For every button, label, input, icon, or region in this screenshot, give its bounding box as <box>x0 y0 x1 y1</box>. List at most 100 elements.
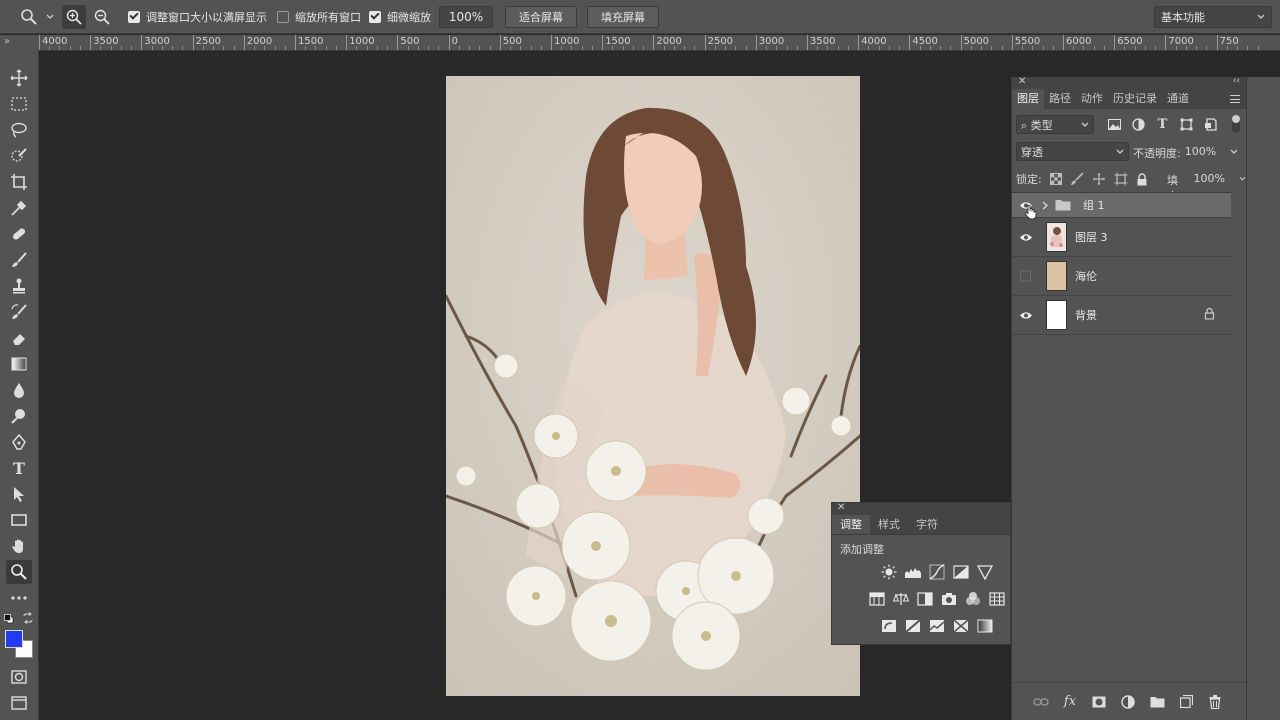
eye-icon[interactable] <box>1017 308 1035 322</box>
workspace-switcher[interactable]: 基本功能 <box>1154 6 1272 28</box>
adjustments-panel-header[interactable]: ✕ <box>832 502 1010 515</box>
healing-brush-tool[interactable] <box>6 222 32 246</box>
close-icon[interactable]: ✕ <box>1018 76 1026 87</box>
exposure-button[interactable] <box>952 563 970 581</box>
brightness-contrast-button[interactable] <box>880 563 898 581</box>
eye-icon[interactable] <box>1017 230 1035 244</box>
opacity-value[interactable]: 100% <box>1185 145 1216 161</box>
link-layers-button[interactable] <box>1033 694 1049 710</box>
filter-shape-button[interactable] <box>1178 116 1195 133</box>
lasso-tool[interactable] <box>6 118 32 142</box>
color-balance-button[interactable] <box>892 590 910 608</box>
horizontal-ruler[interactable]: 4000 3500 3000 2500 2000 1500 1000 500 0 500 1000 1… <box>39 35 1280 51</box>
layers-panel-tab[interactable]: 路径 <box>1044 89 1076 109</box>
add-layer-style-button[interactable]: fx <box>1062 694 1078 710</box>
ruler-corner[interactable]: » <box>0 35 39 51</box>
adjustments-tab[interactable]: 字符 <box>908 515 946 534</box>
scrubby-zoom-checkbox[interactable] <box>369 10 381 23</box>
black-white-button[interactable] <box>916 590 934 608</box>
new-group-button[interactable] <box>1149 694 1165 710</box>
selective-color-button[interactable] <box>952 617 970 635</box>
default-colors-button[interactable] <box>4 613 14 624</box>
quick-mask-button[interactable] <box>6 665 32 689</box>
history-brush-tool[interactable] <box>6 300 32 324</box>
brush-tool[interactable] <box>6 248 32 272</box>
gradient-tool[interactable] <box>6 352 32 376</box>
edit-toolbar-button[interactable] <box>6 586 32 610</box>
fit-screen-button[interactable]: 适合屏幕 <box>505 5 577 28</box>
layer-filter-dropdown[interactable]: ⌕ 类型 <box>1016 115 1094 134</box>
dodge-tool[interactable] <box>6 404 32 428</box>
fill-screen-button[interactable]: 填充屏幕 <box>587 5 659 28</box>
type-tool[interactable]: T <box>6 456 32 480</box>
filter-pixel-button[interactable] <box>1106 116 1123 133</box>
layer-row[interactable]: 海伦 <box>1012 257 1231 296</box>
layer-row-background[interactable]: 背景 <box>1012 296 1231 335</box>
layers-panel-header[interactable]: ✕ ‹‹ <box>1012 76 1246 89</box>
add-mask-button[interactable] <box>1091 694 1107 710</box>
lock-artboard-icon[interactable] <box>1114 172 1128 186</box>
pen-tool[interactable] <box>6 430 32 454</box>
layers-panel-tab[interactable]: 图层 <box>1012 89 1044 109</box>
swap-colors-button[interactable] <box>22 612 34 624</box>
layers-panel-tab[interactable]: 历史记录 <box>1108 89 1162 109</box>
collapse-panel-icon[interactable]: ‹‹ <box>1233 76 1240 86</box>
opacity-control[interactable]: 不透明度: 100% <box>1133 145 1238 161</box>
blur-tool[interactable] <box>6 378 32 402</box>
posterize-button[interactable] <box>904 617 922 635</box>
adjustments-tab[interactable]: 调整 <box>832 515 870 534</box>
new-adjustment-layer-button[interactable] <box>1120 694 1136 710</box>
scrubby-zoom-option[interactable]: 细微缩放 <box>369 9 431 25</box>
levels-button[interactable] <box>904 563 922 581</box>
gradient-map-button[interactable] <box>976 617 994 635</box>
color-lookup-button[interactable] <box>988 590 1006 608</box>
zoom-out-button[interactable] <box>90 5 114 29</box>
clone-stamp-tool[interactable] <box>6 274 32 298</box>
resize-windows-checkbox[interactable] <box>128 10 140 23</box>
resize-windows-option[interactable]: 调整窗口大小以满屏显示 <box>128 9 267 25</box>
screen-mode-button[interactable] <box>6 691 32 715</box>
tool-preset-picker[interactable] <box>0 0 62 34</box>
quick-selection-tool[interactable] <box>6 144 32 168</box>
lock-all-icon[interactable] <box>1136 172 1148 186</box>
lock-pixels-brush-icon[interactable] <box>1070 172 1084 186</box>
delete-layer-button[interactable] <box>1207 694 1223 710</box>
new-layer-button[interactable] <box>1178 694 1194 710</box>
filter-adjustment-button[interactable] <box>1130 116 1147 133</box>
filter-type-button[interactable]: T <box>1154 116 1171 133</box>
lock-transparent-icon[interactable] <box>1049 173 1062 185</box>
vibrance-button[interactable] <box>976 563 994 581</box>
zoom-all-option[interactable]: 缩放所有窗口 <box>277 9 361 25</box>
crop-tool[interactable] <box>6 170 32 194</box>
document-canvas[interactable] <box>446 76 860 696</box>
zoom-all-checkbox[interactable] <box>277 10 289 23</box>
zoom-tool[interactable] <box>6 560 32 584</box>
blend-mode-dropdown[interactable]: 穿透 <box>1016 142 1129 161</box>
close-icon[interactable]: ✕ <box>837 502 845 513</box>
zoom-in-button[interactable] <box>62 4 86 29</box>
hand-tool[interactable] <box>6 534 32 558</box>
adjustments-tab[interactable]: 样式 <box>870 515 908 534</box>
chevron-right-icon[interactable] <box>1042 199 1048 213</box>
zoom-value-field[interactable]: 100% <box>439 5 493 28</box>
threshold-button[interactable] <box>928 617 946 635</box>
marquee-tool[interactable] <box>6 92 32 116</box>
channel-mixer-button[interactable] <box>964 590 982 608</box>
layers-panel-tab[interactable]: 动作 <box>1076 89 1108 109</box>
lock-position-icon[interactable] <box>1092 172 1106 186</box>
hue-saturation-button[interactable] <box>868 590 886 608</box>
panel-menu-icon[interactable] <box>1230 95 1240 103</box>
visibility-toggle-off[interactable] <box>1020 270 1031 282</box>
filter-toggle[interactable] <box>1232 115 1240 133</box>
photo-filter-button[interactable] <box>940 590 958 608</box>
layers-panel-tab[interactable]: 通道 <box>1162 89 1194 109</box>
rectangle-tool[interactable] <box>6 508 32 532</box>
invert-button[interactable] <box>880 617 898 635</box>
eraser-tool[interactable] <box>6 326 32 350</box>
eyedropper-tool[interactable] <box>6 196 32 220</box>
path-selection-tool[interactable] <box>6 482 32 506</box>
move-tool[interactable] <box>6 66 32 90</box>
filter-smart-object-button[interactable] <box>1202 116 1219 133</box>
foreground-color-swatch[interactable] <box>5 630 23 648</box>
layer-row-group[interactable]: 组 1 <box>1012 193 1231 220</box>
